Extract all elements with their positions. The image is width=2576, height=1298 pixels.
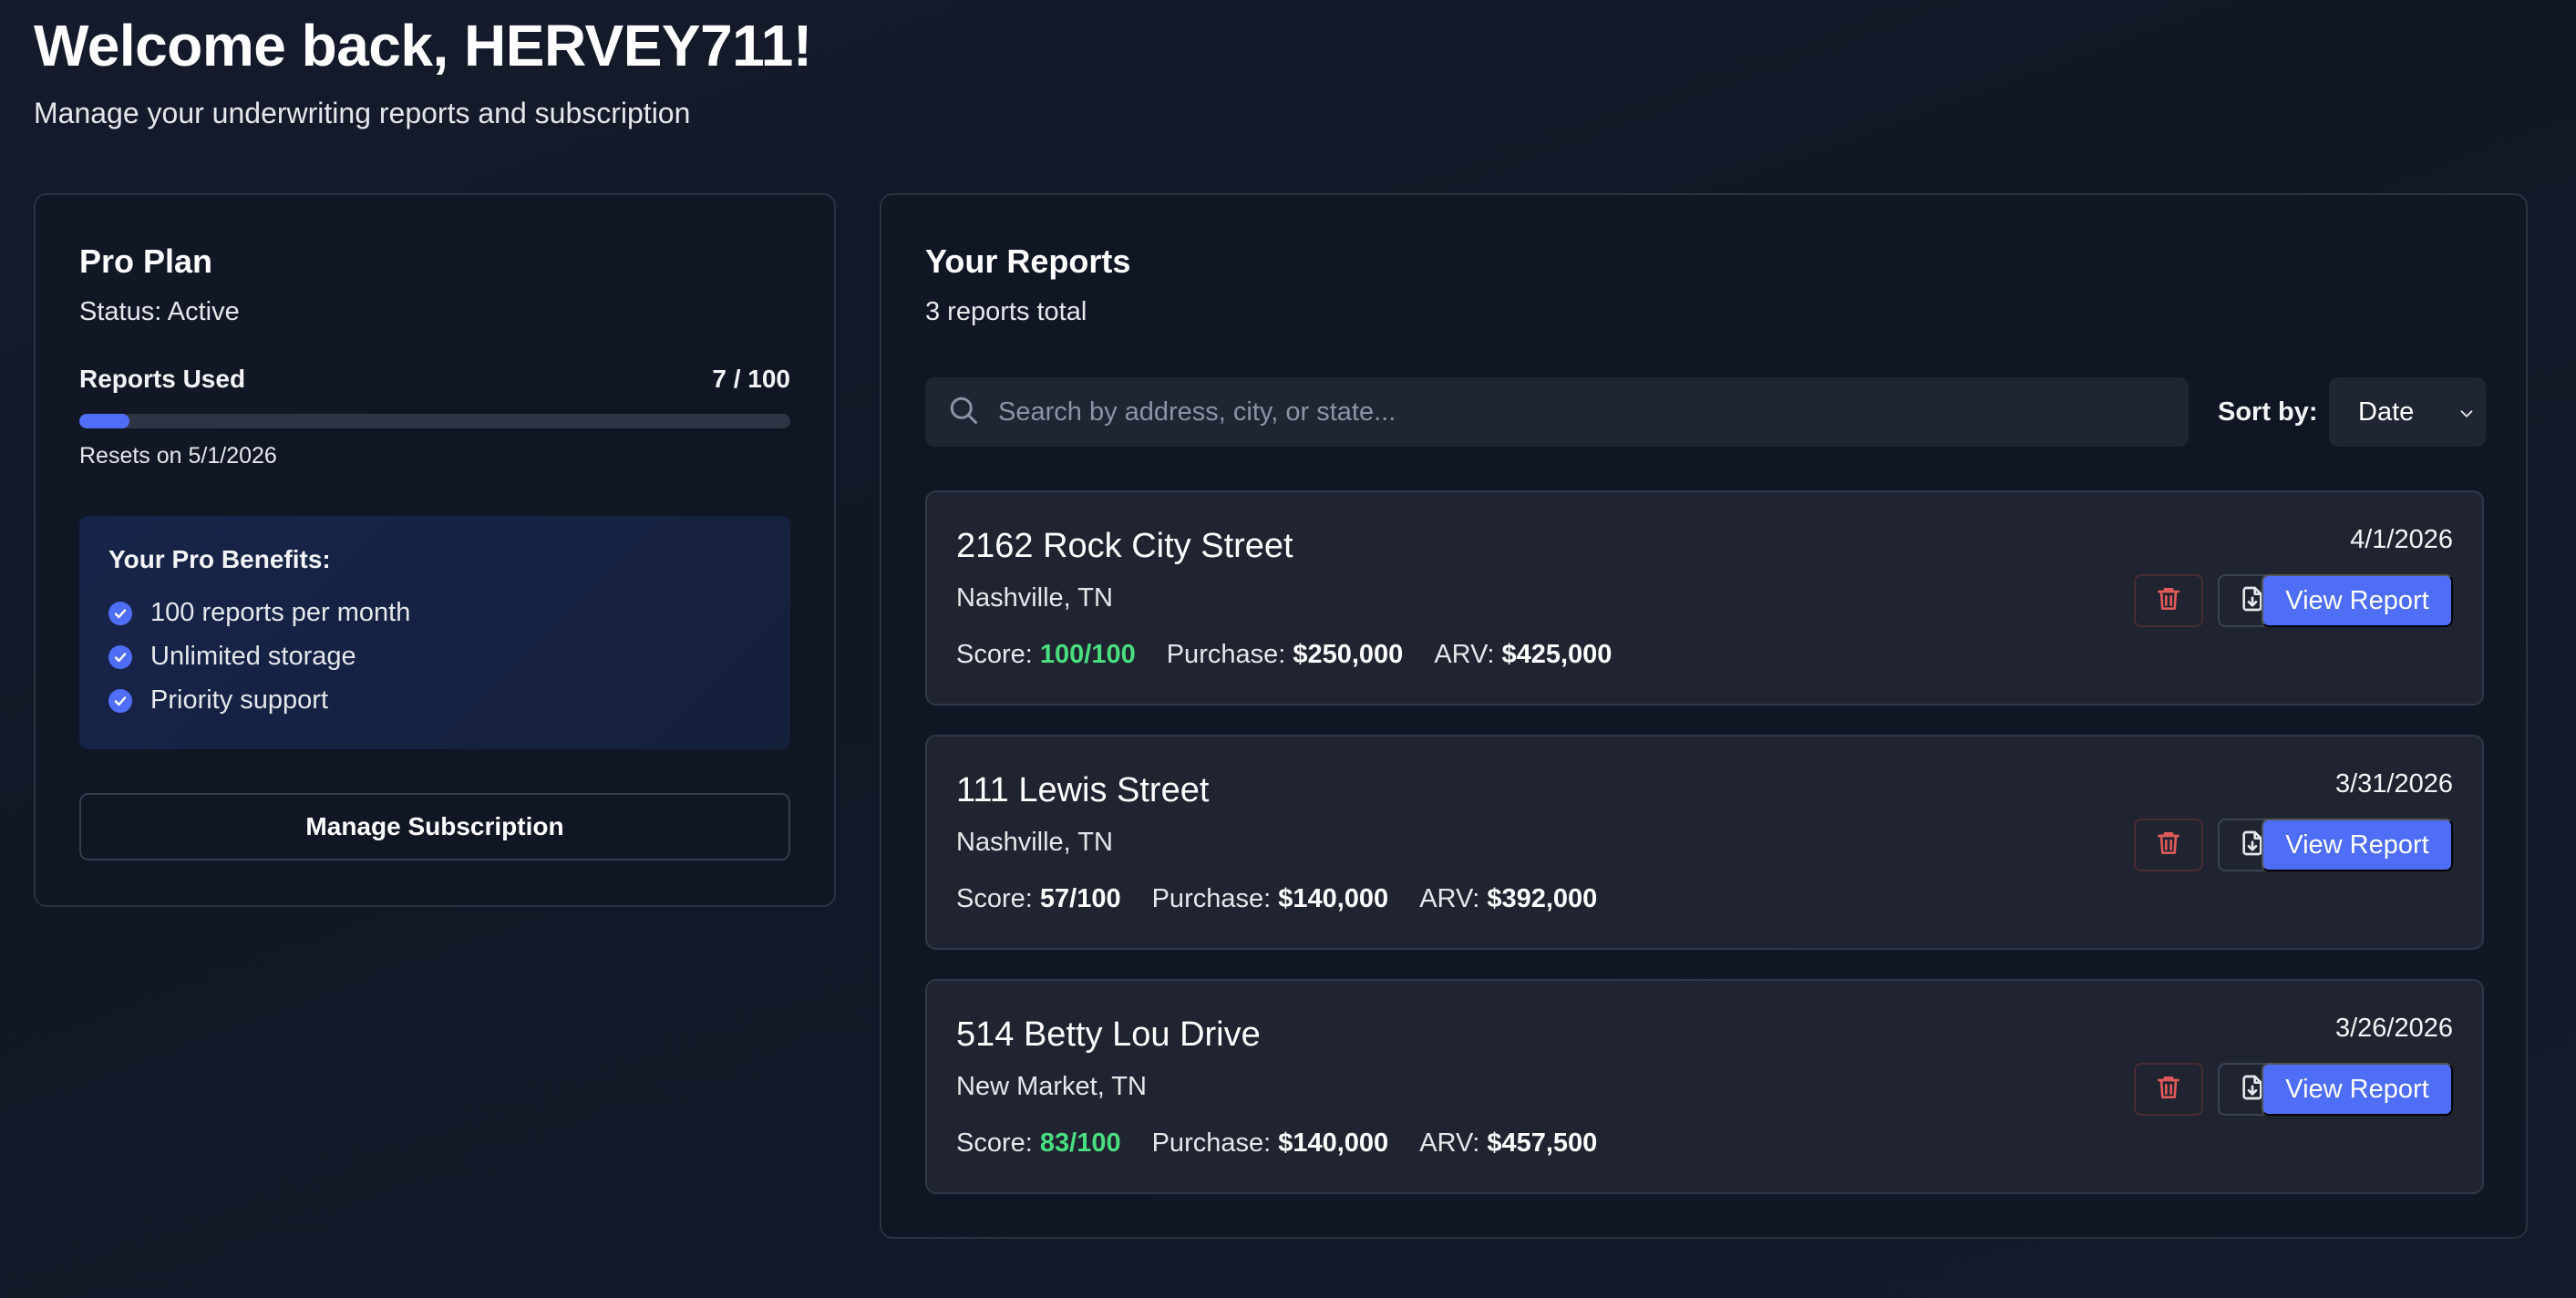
report-date: 4/1/2026 bbox=[2350, 525, 2453, 554]
report-arv: ARV: $392,000 bbox=[1419, 884, 1598, 913]
report-meta: Score: 100/100 Purchase: $250,000 ARV: $… bbox=[956, 640, 1612, 670]
benefit-label: Priority support bbox=[150, 685, 329, 715]
report-score: Score: 83/100 bbox=[956, 1128, 1121, 1158]
report-item: 2162 Rock City Street Nashville, TN Scor… bbox=[925, 490, 2484, 706]
trash-icon bbox=[2154, 829, 2183, 862]
reset-date: Resets on 5/1/2026 bbox=[79, 443, 277, 469]
report-arv: ARV: $457,500 bbox=[1419, 1128, 1598, 1158]
delete-report-button[interactable] bbox=[2134, 574, 2203, 627]
report-address: 111 Lewis Street bbox=[956, 771, 1210, 809]
plan-card: Pro Plan Status: Active Reports Used 7 /… bbox=[34, 193, 836, 907]
delete-report-button[interactable] bbox=[2134, 1063, 2203, 1116]
reports-card: Your Reports 3 reports total Sort by: Da… bbox=[880, 193, 2528, 1239]
search-icon bbox=[947, 394, 980, 431]
report-score: Score: 100/100 bbox=[956, 640, 1136, 669]
report-item: 514 Betty Lou Drive New Market, TN Score… bbox=[925, 979, 2484, 1194]
report-score: Score: 57/100 bbox=[956, 884, 1121, 913]
page-subtitle: Manage your underwriting reports and sub… bbox=[34, 97, 691, 129]
benefit-item: 100 reports per month bbox=[108, 598, 410, 628]
trash-icon bbox=[2154, 1073, 2183, 1107]
benefits-title: Your Pro Benefits: bbox=[108, 545, 331, 573]
plan-name: Pro Plan bbox=[79, 242, 213, 280]
report-meta: Score: 57/100 Purchase: $140,000 ARV: $3… bbox=[956, 884, 1597, 914]
report-purchase: Purchase: $140,000 bbox=[1151, 1128, 1389, 1158]
usage-count: 7 / 100 bbox=[712, 365, 790, 393]
chevron-down-icon bbox=[2457, 401, 2477, 431]
usage-label: Reports Used bbox=[79, 365, 246, 393]
check-circle-icon bbox=[108, 601, 132, 625]
page-title: Welcome back, HERVEY711! bbox=[34, 13, 812, 78]
report-purchase: Purchase: $250,000 bbox=[1166, 640, 1404, 669]
sort-label: Sort by: bbox=[2218, 397, 2318, 427]
report-date: 3/26/2026 bbox=[2334, 1014, 2453, 1043]
report-item: 111 Lewis Street Nashville, TN Score: 57… bbox=[925, 735, 2484, 950]
search-input[interactable] bbox=[998, 397, 2189, 428]
report-date: 3/31/2026 bbox=[2334, 769, 2453, 798]
report-address: 514 Betty Lou Drive bbox=[956, 1015, 1261, 1054]
sort-value: Date bbox=[2358, 397, 2415, 427]
view-report-button[interactable]: View Report bbox=[2262, 819, 2453, 871]
sort-select[interactable]: Date bbox=[2329, 377, 2486, 447]
report-meta: Score: 83/100 Purchase: $140,000 ARV: $4… bbox=[956, 1128, 1597, 1159]
reports-count: 3 reports total bbox=[925, 297, 1087, 326]
usage-progress-fill bbox=[79, 414, 129, 428]
reports-title: Your Reports bbox=[925, 242, 1131, 280]
trash-icon bbox=[2154, 584, 2183, 618]
benefits-box: Your Pro Benefits: 100 reports per month… bbox=[79, 516, 790, 749]
manage-subscription-button[interactable]: Manage Subscription bbox=[79, 793, 790, 860]
benefit-label: 100 reports per month bbox=[150, 598, 411, 627]
report-arv: ARV: $425,000 bbox=[1434, 640, 1613, 669]
delete-report-button[interactable] bbox=[2134, 819, 2203, 871]
view-report-button[interactable]: View Report bbox=[2262, 1063, 2453, 1116]
report-city: Nashville, TN bbox=[956, 828, 1113, 857]
report-address: 2162 Rock City Street bbox=[956, 527, 1293, 565]
search-box bbox=[925, 377, 2189, 447]
report-purchase: Purchase: $140,000 bbox=[1151, 884, 1389, 913]
plan-status: Status: Active bbox=[79, 297, 240, 326]
benefit-item: Unlimited storage bbox=[108, 642, 356, 672]
benefit-label: Unlimited storage bbox=[150, 642, 356, 671]
report-city: New Market, TN bbox=[956, 1072, 1147, 1101]
usage-progress-bar bbox=[79, 414, 790, 428]
benefit-item: Priority support bbox=[108, 685, 328, 716]
view-report-button[interactable]: View Report bbox=[2262, 574, 2453, 627]
check-circle-icon bbox=[108, 688, 132, 713]
check-circle-icon bbox=[108, 644, 132, 669]
report-city: Nashville, TN bbox=[956, 583, 1113, 613]
